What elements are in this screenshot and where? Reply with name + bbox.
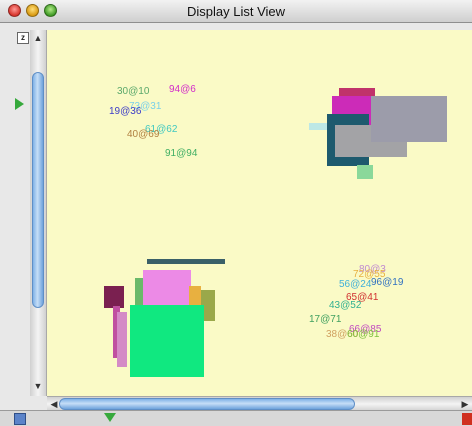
display-list-label: 56@24 [339, 279, 372, 290]
display-list-label: 96@19 [371, 277, 404, 288]
display-list-label: 91@94 [165, 148, 198, 159]
title-bar[interactable]: Display List View [0, 0, 472, 23]
display-list-shape[interactable] [147, 259, 225, 264]
grid-icon[interactable] [14, 413, 26, 425]
horizontal-scroll-thumb[interactable] [59, 398, 355, 410]
display-list-label: 60@91 [347, 329, 380, 340]
display-list-shape[interactable] [130, 305, 204, 377]
stop-icon[interactable] [462, 413, 472, 425]
display-list-label: 30@10 [117, 86, 150, 97]
vertical-scroll-thumb[interactable] [32, 72, 44, 308]
z-order-button[interactable]: z [17, 32, 29, 44]
window-title: Display List View [186, 4, 286, 19]
app-window: Display List View z ▲ ▼ 30@10 94@6 73@31 19… [0, 0, 472, 426]
display-list-label: 19@36 [109, 106, 142, 117]
display-list-shape[interactable] [339, 88, 375, 96]
chevron-down-icon[interactable]: ▼ [32, 380, 44, 392]
display-list-shape[interactable] [117, 312, 127, 367]
display-list-shape[interactable] [357, 165, 373, 179]
bottom-bar [0, 410, 472, 426]
display-list-shape[interactable] [371, 96, 447, 142]
horizontal-scrollbar[interactable]: ◀ ▶ [47, 396, 472, 411]
display-list-shape[interactable] [104, 286, 124, 308]
display-list-label: 40@69 [127, 129, 160, 140]
chevron-left-icon[interactable]: ◀ [49, 398, 59, 410]
vertical-scrollbar[interactable]: ▲ ▼ [30, 30, 47, 396]
display-list-label: 43@52 [329, 300, 362, 311]
display-list-shape[interactable] [189, 286, 201, 306]
display-list-canvas[interactable]: 30@10 94@6 73@31 19@36 61@62 40@69 91@94 80@3 72… [47, 30, 472, 396]
chevron-right-icon[interactable]: ▶ [460, 398, 470, 410]
display-list-shape[interactable] [309, 123, 327, 130]
display-list-label: 94@6 [169, 84, 196, 95]
column-marker-icon[interactable] [104, 413, 116, 422]
row-marker-icon[interactable] [15, 98, 24, 110]
chevron-up-icon[interactable]: ▲ [32, 32, 44, 44]
display-list-label: 17@71 [309, 314, 342, 325]
